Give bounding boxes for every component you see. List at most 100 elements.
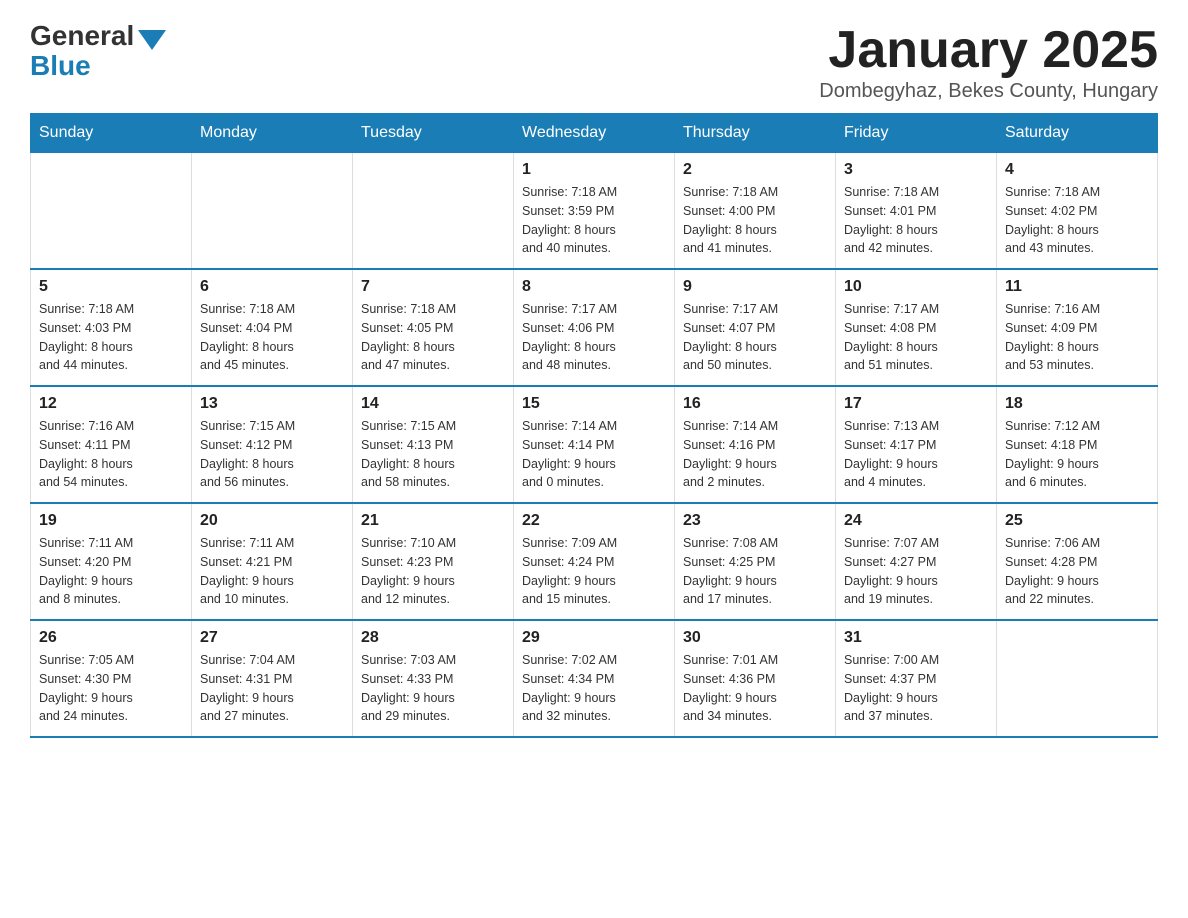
calendar-cell: 3 Sunrise: 7:18 AM Sunset: 4:01 PM Daylig… [836,153,997,270]
day-info: Sunrise: 7:04 AM Sunset: 4:31 PM Dayligh… [200,651,344,726]
day-info: Sunrise: 7:18 AM Sunset: 4:02 PM Dayligh… [1005,183,1149,258]
calendar-cell: 18 Sunrise: 7:12 AM Sunset: 4:18 PM Dayli… [997,386,1158,503]
day-number: 18 [1005,395,1149,413]
calendar-cell [997,620,1158,737]
day-info: Sunrise: 7:11 AM Sunset: 4:21 PM Dayligh… [200,534,344,609]
calendar-cell: 25Sunrise: 7:06 AM Sunset: 4:28 PM Dayli… [997,503,1158,620]
calendar-cell: 28 Sunrise: 7:03 AM Sunset: 4:33 PM Dayli… [353,620,514,737]
calendar-cell [353,153,514,270]
calendar-cell: 7Sunrise: 7:18 AM Sunset: 4:05 PM Daylig… [353,269,514,386]
day-info: Sunrise: 7:15 AM Sunset: 4:12 PM Dayligh… [200,417,344,492]
day-number: 19 [39,512,183,530]
day-number: 16 [683,395,827,413]
calendar-week-row: 1 Sunrise: 7:18 AM Sunset: 3:59 PM Daylig… [31,153,1158,270]
calendar-cell: 22 Sunrise: 7:09 AM Sunset: 4:24 PM Dayli… [514,503,675,620]
day-info: Sunrise: 7:02 AM Sunset: 4:34 PM Dayligh… [522,651,666,726]
day-number: 8 [522,278,666,296]
day-number: 6 [200,278,344,296]
calendar-header-saturday: Saturday [997,114,1158,153]
calendar-header-sunday: Sunday [31,114,192,153]
day-info: Sunrise: 7:06 AM Sunset: 4:28 PM Dayligh… [1005,534,1149,609]
calendar-title: January 2025 [819,20,1158,80]
page-header: General Blue January 2025 Dombegyhaz, Be… [30,20,1158,103]
day-number: 24 [844,512,988,530]
calendar-cell: 26Sunrise: 7:05 AM Sunset: 4:30 PM Dayli… [31,620,192,737]
logo-blue-text: Blue [30,50,91,82]
day-number: 27 [200,629,344,647]
day-number: 26 [39,629,183,647]
day-number: 4 [1005,161,1149,179]
calendar-cell: 13 Sunrise: 7:15 AM Sunset: 4:12 PM Dayli… [192,386,353,503]
day-number: 5 [39,278,183,296]
logo: General Blue [30,20,166,82]
day-info: Sunrise: 7:07 AM Sunset: 4:27 PM Dayligh… [844,534,988,609]
day-number: 31 [844,629,988,647]
day-number: 3 [844,161,988,179]
day-number: 29 [522,629,666,647]
day-number: 15 [522,395,666,413]
day-info: Sunrise: 7:12 AM Sunset: 4:18 PM Dayligh… [1005,417,1149,492]
day-number: 11 [1005,278,1149,296]
day-number: 13 [200,395,344,413]
calendar-header-friday: Friday [836,114,997,153]
day-info: Sunrise: 7:10 AM Sunset: 4:23 PM Dayligh… [361,534,505,609]
day-number: 20 [200,512,344,530]
calendar-week-row: 26Sunrise: 7:05 AM Sunset: 4:30 PM Dayli… [31,620,1158,737]
calendar-cell: 1 Sunrise: 7:18 AM Sunset: 3:59 PM Daylig… [514,153,675,270]
day-info: Sunrise: 7:18 AM Sunset: 4:04 PM Dayligh… [200,300,344,375]
day-info: Sunrise: 7:16 AM Sunset: 4:09 PM Dayligh… [1005,300,1149,375]
calendar-cell: 12 Sunrise: 7:16 AM Sunset: 4:11 PM Dayli… [31,386,192,503]
calendar-cell: 8 Sunrise: 7:17 AM Sunset: 4:06 PM Daylig… [514,269,675,386]
calendar-header-tuesday: Tuesday [353,114,514,153]
day-number: 21 [361,512,505,530]
day-info: Sunrise: 7:18 AM Sunset: 4:05 PM Dayligh… [361,300,505,375]
day-info: Sunrise: 7:14 AM Sunset: 4:16 PM Dayligh… [683,417,827,492]
day-number: 28 [361,629,505,647]
calendar-header-wednesday: Wednesday [514,114,675,153]
calendar-header-thursday: Thursday [675,114,836,153]
day-number: 22 [522,512,666,530]
day-number: 30 [683,629,827,647]
day-info: Sunrise: 7:17 AM Sunset: 4:08 PM Dayligh… [844,300,988,375]
logo-arrow-icon [138,30,166,50]
calendar-cell: 14Sunrise: 7:15 AM Sunset: 4:13 PM Dayli… [353,386,514,503]
calendar-cell: 4 Sunrise: 7:18 AM Sunset: 4:02 PM Daylig… [997,153,1158,270]
day-info: Sunrise: 7:15 AM Sunset: 4:13 PM Dayligh… [361,417,505,492]
calendar-cell: 11 Sunrise: 7:16 AM Sunset: 4:09 PM Dayli… [997,269,1158,386]
day-info: Sunrise: 7:18 AM Sunset: 3:59 PM Dayligh… [522,183,666,258]
day-number: 17 [844,395,988,413]
day-info: Sunrise: 7:18 AM Sunset: 4:01 PM Dayligh… [844,183,988,258]
calendar-week-row: 5 Sunrise: 7:18 AM Sunset: 4:03 PM Daylig… [31,269,1158,386]
calendar-cell: 31Sunrise: 7:00 AM Sunset: 4:37 PM Dayli… [836,620,997,737]
calendar-cell: 15Sunrise: 7:14 AM Sunset: 4:14 PM Dayli… [514,386,675,503]
calendar-week-row: 19 Sunrise: 7:11 AM Sunset: 4:20 PM Dayli… [31,503,1158,620]
title-block: January 2025 Dombegyhaz, Bekes County, H… [819,20,1158,103]
day-number: 2 [683,161,827,179]
day-number: 23 [683,512,827,530]
calendar-cell: 29 Sunrise: 7:02 AM Sunset: 4:34 PM Dayli… [514,620,675,737]
day-info: Sunrise: 7:18 AM Sunset: 4:00 PM Dayligh… [683,183,827,258]
day-info: Sunrise: 7:18 AM Sunset: 4:03 PM Dayligh… [39,300,183,375]
day-info: Sunrise: 7:01 AM Sunset: 4:36 PM Dayligh… [683,651,827,726]
calendar-cell: 5 Sunrise: 7:18 AM Sunset: 4:03 PM Daylig… [31,269,192,386]
calendar-header-monday: Monday [192,114,353,153]
calendar-cell: 9Sunrise: 7:17 AM Sunset: 4:07 PM Daylig… [675,269,836,386]
calendar-cell: 21 Sunrise: 7:10 AM Sunset: 4:23 PM Dayli… [353,503,514,620]
calendar-cell: 27 Sunrise: 7:04 AM Sunset: 4:31 PM Dayli… [192,620,353,737]
day-info: Sunrise: 7:17 AM Sunset: 4:07 PM Dayligh… [683,300,827,375]
day-number: 12 [39,395,183,413]
day-info: Sunrise: 7:13 AM Sunset: 4:17 PM Dayligh… [844,417,988,492]
calendar-cell: 10Sunrise: 7:17 AM Sunset: 4:08 PM Dayli… [836,269,997,386]
calendar-cell [31,153,192,270]
calendar-header-row: SundayMondayTuesdayWednesdayThursdayFrid… [31,114,1158,153]
day-info: Sunrise: 7:17 AM Sunset: 4:06 PM Dayligh… [522,300,666,375]
day-info: Sunrise: 7:09 AM Sunset: 4:24 PM Dayligh… [522,534,666,609]
day-number: 1 [522,161,666,179]
day-info: Sunrise: 7:11 AM Sunset: 4:20 PM Dayligh… [39,534,183,609]
calendar-week-row: 12 Sunrise: 7:16 AM Sunset: 4:11 PM Dayli… [31,386,1158,503]
calendar-cell: 17 Sunrise: 7:13 AM Sunset: 4:17 PM Dayli… [836,386,997,503]
calendar-cell: 19 Sunrise: 7:11 AM Sunset: 4:20 PM Dayli… [31,503,192,620]
calendar-cell: 16 Sunrise: 7:14 AM Sunset: 4:16 PM Dayli… [675,386,836,503]
day-info: Sunrise: 7:16 AM Sunset: 4:11 PM Dayligh… [39,417,183,492]
day-info: Sunrise: 7:03 AM Sunset: 4:33 PM Dayligh… [361,651,505,726]
